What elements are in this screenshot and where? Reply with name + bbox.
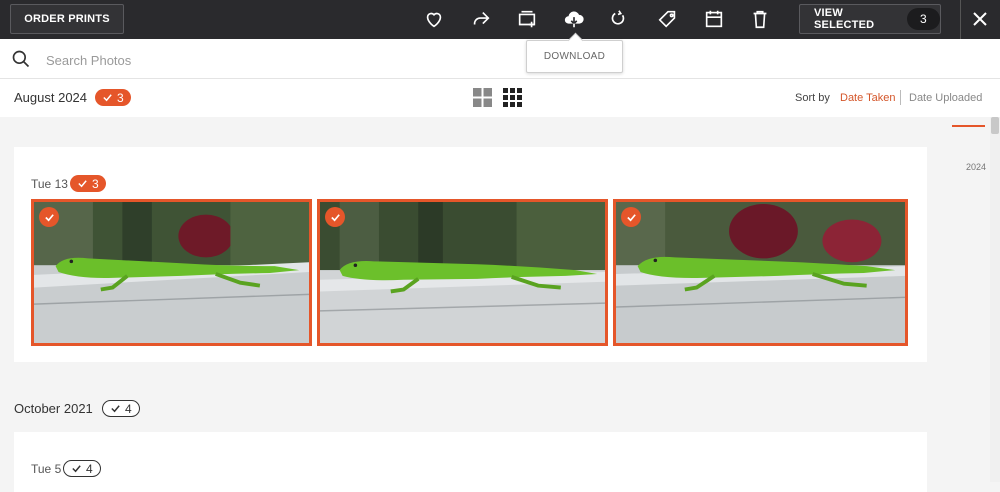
- top-toolbar: ORDER PRINTS VIEW SELECTED 3: [0, 0, 1000, 39]
- photo-tile[interactable]: [613, 199, 908, 346]
- tag-icon[interactable]: [655, 6, 681, 32]
- check-icon: [78, 180, 87, 188]
- lizard-photo: [34, 202, 309, 343]
- day-count: 4: [86, 461, 93, 476]
- day-label: Tue 5: [31, 462, 62, 476]
- selected-check-icon[interactable]: [39, 207, 59, 227]
- search-bar: [0, 39, 1000, 79]
- lizard-photo: [320, 202, 605, 343]
- month-header: August 2024 3 Sort by Date Taken Date Up…: [0, 79, 1000, 117]
- sort-date-taken[interactable]: Date Taken: [840, 92, 895, 104]
- day-selected-badge[interactable]: 3: [70, 175, 106, 192]
- small-grid-view-icon[interactable]: [503, 88, 522, 107]
- lizard-photo: [616, 202, 905, 343]
- heart-icon[interactable]: [421, 6, 447, 32]
- order-prints-button[interactable]: ORDER PRINTS: [10, 4, 124, 34]
- month-count: 4: [125, 401, 132, 416]
- search-input[interactable]: [46, 50, 446, 70]
- sort-divider: [900, 90, 901, 105]
- add-to-album-icon[interactable]: [514, 6, 540, 32]
- check-icon: [111, 405, 120, 413]
- download-tooltip: DOWNLOAD: [526, 40, 623, 73]
- check-icon: [72, 465, 81, 473]
- month-count: 3: [117, 90, 124, 105]
- month-title: August 2024: [14, 90, 88, 105]
- photo-tile[interactable]: [317, 199, 608, 346]
- day-select-badge[interactable]: 4: [63, 460, 101, 477]
- timeline-marker[interactable]: [952, 125, 985, 127]
- view-selected-label: VIEW SELECTED: [814, 7, 875, 31]
- timeline-year[interactable]: 2024: [966, 162, 986, 172]
- check-icon: [103, 94, 112, 102]
- selected-count-badge: 3: [906, 8, 940, 30]
- sort-date-uploaded[interactable]: Date Uploaded: [909, 92, 982, 104]
- month-title: October 2021: [14, 401, 93, 416]
- day-group-card: [14, 432, 927, 492]
- trash-icon[interactable]: [747, 6, 773, 32]
- rotate-icon[interactable]: [605, 6, 631, 32]
- sort-by-label: Sort by: [795, 92, 830, 104]
- day-label: Tue 13: [31, 177, 68, 191]
- close-icon[interactable]: [968, 7, 992, 31]
- month-selected-badge[interactable]: 3: [95, 89, 131, 106]
- share-icon[interactable]: [468, 6, 494, 32]
- scrollbar-track[interactable]: [990, 117, 1000, 482]
- selected-check-icon[interactable]: [325, 207, 345, 227]
- photo-tile[interactable]: [31, 199, 312, 346]
- scrollbar-thumb[interactable]: [991, 117, 999, 134]
- selected-check-icon[interactable]: [621, 207, 641, 227]
- calendar-icon[interactable]: [701, 6, 727, 32]
- download-icon[interactable]: [561, 6, 587, 32]
- search-icon[interactable]: [11, 49, 31, 69]
- toolbar-divider: [960, 0, 961, 39]
- month-select-badge[interactable]: 4: [102, 400, 140, 417]
- day-count: 3: [92, 176, 99, 191]
- view-selected-button[interactable]: VIEW SELECTED 3: [799, 4, 941, 34]
- large-grid-view-icon[interactable]: [473, 88, 492, 107]
